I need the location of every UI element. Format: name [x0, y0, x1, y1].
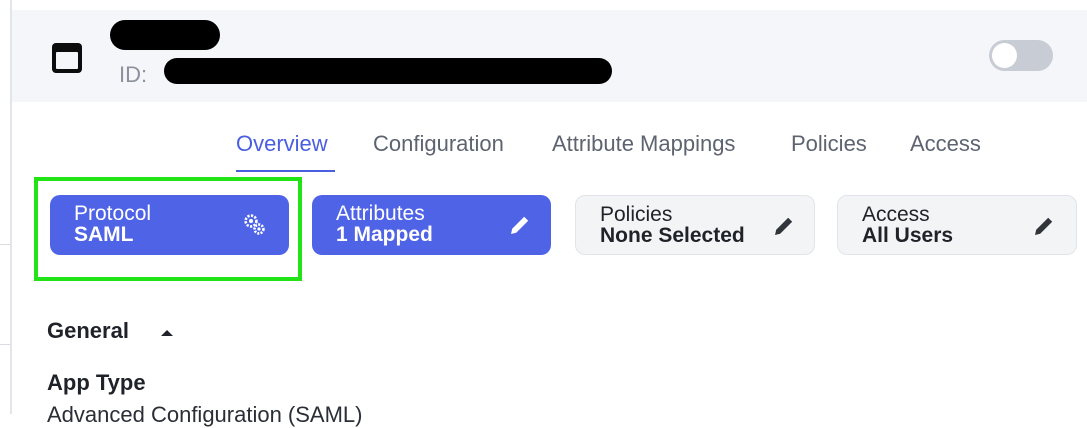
active-tab-indicator: [236, 170, 335, 172]
access-card[interactable]: Access All Users: [837, 195, 1077, 255]
app-enable-toggle[interactable]: [989, 40, 1053, 71]
app-window-icon: [52, 43, 82, 73]
policies-card-value: None Selected: [600, 224, 745, 247]
left-rail-divider: [0, 344, 10, 345]
app-id-redacted: [164, 58, 612, 84]
policies-card[interactable]: Policies None Selected: [575, 195, 815, 255]
app-type-label: App Type: [47, 370, 146, 395]
left-rail-divider: [0, 244, 10, 245]
protocol-card-highlight: [34, 177, 302, 281]
app-type-value: Advanced Configuration (SAML): [47, 402, 363, 427]
toggle-knob: [992, 43, 1017, 68]
attributes-card-title: Attributes: [336, 202, 425, 225]
pencil-icon[interactable]: [508, 213, 532, 237]
pencil-icon[interactable]: [1032, 214, 1056, 238]
tab-overview[interactable]: Overview: [236, 131, 328, 157]
general-section-title[interactable]: General: [47, 318, 129, 344]
pencil-icon[interactable]: [772, 214, 796, 238]
access-card-title: Access: [862, 203, 930, 226]
app-id-label: ID:: [119, 62, 148, 87]
app-header: ID:: [12, 10, 1087, 102]
tab-access[interactable]: Access: [910, 131, 981, 157]
tab-configuration[interactable]: Configuration: [373, 131, 504, 157]
access-card-value: All Users: [862, 224, 954, 247]
tab-bar: Overview Configuration Attribute Mapping…: [0, 131, 1087, 172]
tab-attribute-mappings[interactable]: Attribute Mappings: [552, 131, 735, 157]
app-name-redacted: [110, 20, 220, 50]
attributes-card[interactable]: Attributes 1 Mapped: [312, 195, 551, 255]
policies-card-title: Policies: [600, 203, 673, 226]
tab-policies[interactable]: Policies: [791, 131, 867, 157]
left-rail: [0, 0, 12, 414]
attributes-card-value: 1 Mapped: [336, 223, 433, 246]
caret-up-icon[interactable]: [161, 330, 173, 336]
